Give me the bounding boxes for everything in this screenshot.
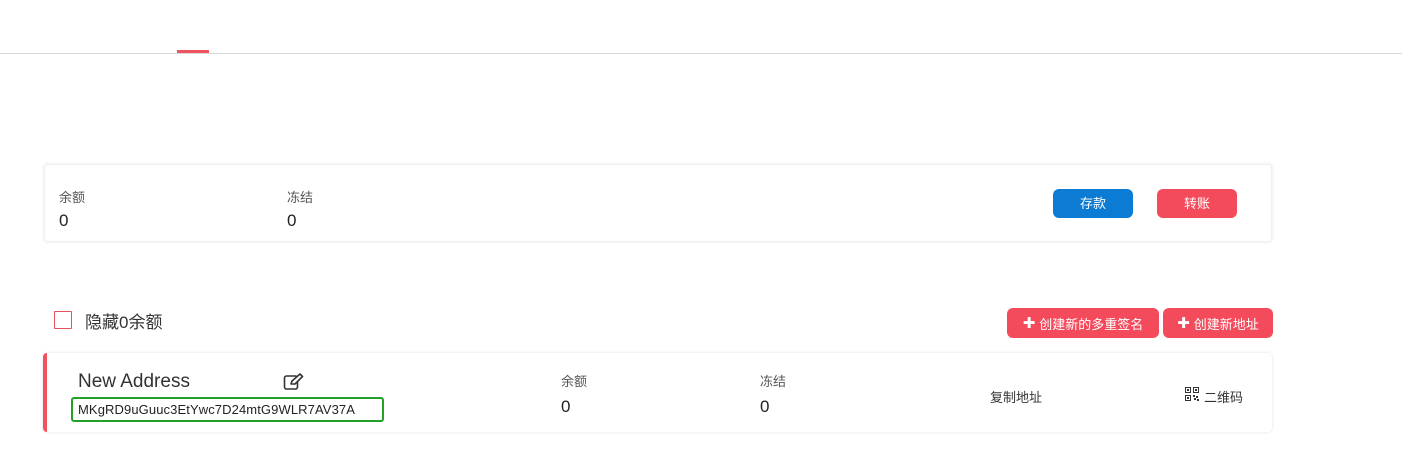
qr-code-icon[interactable]	[1185, 387, 1199, 401]
address-frozen-label: 冻结	[760, 374, 787, 389]
address-balance-value: 0	[561, 397, 571, 416]
active-tab-indicator	[177, 50, 209, 53]
hide-zero-checkbox[interactable]	[54, 311, 72, 329]
total-frozen-label: 冻结	[287, 190, 314, 205]
hide-zero-label: 隐藏0余额	[85, 312, 163, 332]
address-frozen-value: 0	[760, 397, 770, 416]
total-balance-label: 余额	[59, 190, 86, 205]
create-address-button[interactable]: ✚ 创建新地址	[1163, 308, 1273, 338]
copy-address-link[interactable]: 复制地址	[990, 387, 1042, 406]
top-nav-bar	[0, 0, 1402, 54]
address-string[interactable]: MKgRD9uGuuc3EtYwc7D24mtG9WLR7AV37A	[78, 402, 355, 417]
hide-zero-balance-toggle[interactable]: 隐藏0余额	[54, 309, 163, 332]
plus-icon: ✚	[1177, 315, 1190, 332]
total-balance-value: 0	[59, 211, 69, 230]
deposit-button[interactable]: 存款	[1053, 189, 1133, 218]
address-name: New Address	[78, 371, 190, 392]
total-frozen-value: 0	[287, 211, 297, 230]
create-multisig-label: 创建新的多重签名	[1039, 316, 1144, 332]
create-address-label: 创建新地址	[1193, 316, 1259, 332]
transfer-button[interactable]: 转账	[1157, 189, 1237, 218]
create-multisig-button[interactable]: ✚ 创建新的多重签名	[1007, 308, 1159, 338]
qr-code-link[interactable]: 二维码	[1204, 387, 1243, 406]
address-balance-label: 余额	[561, 374, 588, 389]
edit-icon[interactable]	[283, 373, 305, 391]
plus-icon: ✚	[1022, 315, 1036, 332]
